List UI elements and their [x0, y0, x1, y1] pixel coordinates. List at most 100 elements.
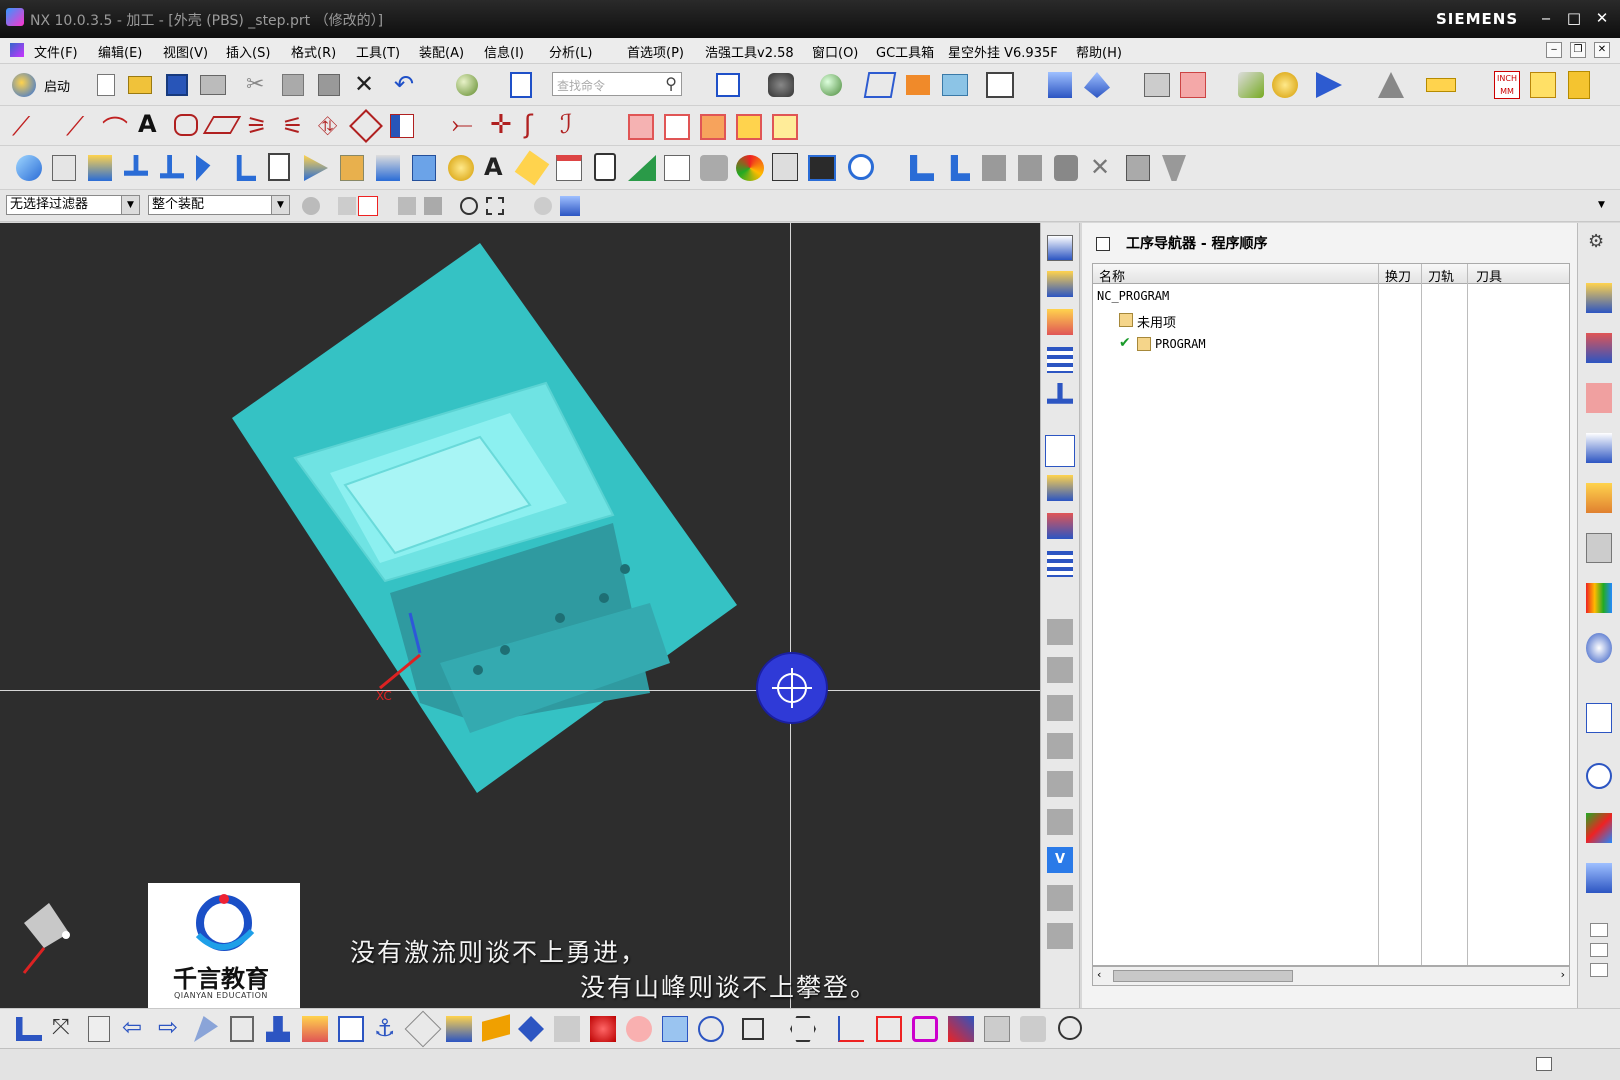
monitor-icon[interactable] — [808, 155, 836, 181]
part-navigator-side-icon[interactable] — [1586, 383, 1612, 413]
split-side-icon[interactable] — [1047, 695, 1073, 721]
machine-icon[interactable] — [772, 153, 798, 181]
program-view-icon[interactable] — [1047, 235, 1073, 261]
shop-doc-icon[interactable] — [412, 155, 436, 181]
menu-preferences[interactable]: 首选项(P) — [627, 42, 684, 61]
bar-scroll-end-icon[interactable] — [1590, 963, 1608, 977]
cut-icon[interactable]: ✂ — [246, 72, 264, 97]
bar-scroll-up-icon[interactable] — [1590, 923, 1608, 937]
system-materials-icon[interactable] — [1586, 703, 1612, 733]
csys-abs-icon[interactable] — [16, 1017, 42, 1041]
palette-icon[interactable] — [1586, 583, 1612, 613]
generate-path-icon[interactable] — [196, 155, 211, 181]
tree-row-unused-items[interactable]: 未用项 — [1137, 312, 1176, 331]
block-icon[interactable] — [338, 1016, 364, 1042]
project-curve-icon[interactable]: ⚟ — [282, 112, 304, 140]
grid-icon[interactable] — [876, 1016, 902, 1042]
square-icon[interactable] — [742, 1018, 764, 1040]
start-menu-label[interactable]: 启动 — [44, 76, 70, 95]
rectangle-icon[interactable] — [174, 114, 198, 136]
solid-edge-icon[interactable] — [700, 114, 726, 140]
intersect-curve-icon[interactable] — [349, 109, 383, 143]
snapshot-icon[interactable] — [942, 74, 968, 96]
process-studio-icon[interactable] — [1586, 863, 1612, 893]
wireframe-cube-icon[interactable] — [863, 72, 897, 98]
assembly-navigator-icon[interactable] — [1586, 283, 1612, 313]
navigator-horizontal-scrollbar[interactable]: ‹ › — [1092, 966, 1570, 986]
axis-icon[interactable] — [838, 1016, 864, 1042]
column-name[interactable]: 名称 — [1099, 266, 1125, 285]
arc-icon[interactable]: ⌒ — [102, 110, 128, 147]
tool-path-icon[interactable] — [1238, 72, 1264, 98]
menu-gc-toolbox[interactable]: GC工具箱 — [876, 42, 934, 61]
geometry-view-icon[interactable] — [1047, 309, 1073, 335]
snap-point-icon[interactable] — [338, 197, 356, 215]
list-path-icon[interactable] — [268, 153, 290, 181]
post-side-icon[interactable] — [1047, 885, 1073, 911]
silhouette-icon[interactable] — [772, 114, 798, 140]
feed-speed-icon[interactable] — [448, 155, 474, 181]
list-side-icon[interactable] — [1047, 733, 1073, 759]
menu-haoqiang-tools[interactable]: 浩强工具v2.58 — [705, 42, 794, 61]
toolbar-overflow-icon[interactable]: ▼ — [1598, 200, 1605, 210]
ruler-icon[interactable] — [1426, 78, 1456, 92]
measure-icon[interactable] — [1180, 72, 1206, 98]
menu-insert[interactable]: 插入(S) — [226, 42, 270, 61]
snap-mode-icon[interactable] — [358, 196, 378, 216]
create-program-icon[interactable] — [16, 155, 42, 181]
menu-info[interactable]: 信息(I) — [484, 42, 524, 61]
wcs-icon[interactable] — [1048, 72, 1072, 98]
start-icon[interactable] — [12, 73, 36, 97]
fit-view-icon[interactable] — [716, 73, 740, 97]
roles-icon[interactable] — [1586, 633, 1612, 663]
selection-filter-dropdown[interactable]: 无选择过滤器 ▼ — [6, 195, 140, 215]
chevron-down-icon[interactable]: ▼ — [271, 196, 289, 214]
menu-analysis[interactable]: 分析(L) — [549, 42, 592, 61]
line-icon[interactable]: ⟋ — [12, 112, 30, 143]
info-icon[interactable] — [510, 72, 532, 98]
create-operation-icon[interactable] — [160, 155, 184, 179]
search-icon[interactable]: ⚲ — [665, 74, 677, 93]
solid-select-icon[interactable] — [560, 196, 580, 216]
frame-icon[interactable] — [912, 1016, 938, 1042]
doc-minimize-icon[interactable]: ‒ — [1546, 42, 1562, 58]
replay-side-icon[interactable] — [1047, 657, 1073, 683]
play-path-icon[interactable] — [1316, 72, 1342, 98]
constraint-navigator-icon[interactable] — [1586, 333, 1612, 363]
scroll-thumb[interactable] — [1113, 970, 1293, 982]
chamfer-curve-icon[interactable]: ℐ — [560, 110, 572, 140]
red-cube-icon[interactable] — [590, 1016, 616, 1042]
plane-icon[interactable] — [202, 116, 242, 134]
new-file-icon[interactable] — [97, 74, 115, 96]
path-settings-icon[interactable] — [554, 1016, 580, 1042]
create-op-side-icon[interactable] — [1047, 383, 1073, 404]
create-method-icon[interactable] — [124, 155, 148, 176]
box-curve-icon[interactable] — [664, 114, 690, 140]
maximize-button[interactable]: □ — [1564, 8, 1584, 28]
text-cam-icon[interactable]: A — [484, 153, 503, 181]
bar-scroll-down-icon[interactable] — [1590, 943, 1608, 957]
circle-icon[interactable] — [1058, 1016, 1082, 1040]
command-finder-input[interactable]: 查找命令 — [557, 77, 605, 94]
dynamic-center-handle[interactable] — [758, 654, 826, 722]
navigator-table[interactable]: 名称 换刀 刀轨 刀具 NC_PROGRAM 未用项 ✔ PROGRAM — [1092, 263, 1570, 966]
graphics-window[interactable]: XC 千言教育 QIANYAN EDUCATION 没有激流则谈不上勇进， 没有… — [0, 223, 1040, 1008]
scroll-right-icon[interactable]: › — [1561, 968, 1565, 981]
group-operation-icon[interactable] — [1054, 155, 1078, 181]
sketch-icon[interactable] — [1378, 72, 1404, 98]
view-select-icon[interactable] — [534, 197, 552, 215]
scroll-left-icon[interactable]: ‹ — [1097, 968, 1101, 981]
printer-cam-icon[interactable] — [700, 155, 728, 181]
refresh-icon[interactable] — [736, 155, 764, 181]
doc-side-icon[interactable] — [1047, 923, 1073, 949]
paste-icon[interactable] — [318, 74, 340, 96]
delete-icon[interactable]: ✕ — [354, 70, 374, 98]
path-side-icon[interactable] — [1047, 771, 1073, 797]
offset-curve-icon[interactable]: ⚞ — [246, 112, 268, 140]
copy-operation-icon[interactable] — [950, 155, 970, 181]
shell-edge-icon[interactable] — [736, 114, 762, 140]
program-order-icon[interactable] — [1045, 435, 1075, 467]
minimize-button[interactable]: ‒ — [1536, 8, 1556, 28]
copy-icon[interactable] — [282, 74, 304, 96]
menu-edit[interactable]: 编辑(E) — [98, 42, 142, 61]
